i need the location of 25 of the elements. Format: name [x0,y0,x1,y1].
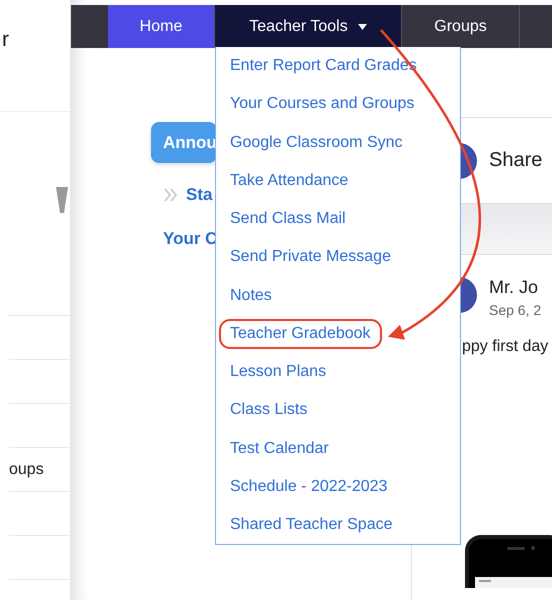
post-author[interactable]: Mr. Jo [489,277,542,298]
menu-item[interactable]: Send Class Mail [219,204,357,234]
menu-item[interactable]: Teacher Gradebook [219,318,382,349]
nav-tab[interactable]: Teacher Tools [215,5,402,48]
announcements-button[interactable]: Annou [151,122,217,163]
post-date: Sep 6, 2 [489,302,542,318]
nav-tab[interactable]: Home [108,5,215,48]
menu-item[interactable]: Your Courses and Groups [219,89,426,120]
chevron-icon [164,188,178,202]
side-link[interactable]: Sta [186,185,212,205]
slash-icon [54,187,68,213]
window-text: r [2,28,9,51]
menu-item[interactable]: Shared Teacher Space [219,510,404,540]
list-item[interactable]: oups [9,460,44,478]
menu-item[interactable]: Schedule - 2022-2023 [219,472,398,502]
menu-item[interactable]: Test Calendar [219,434,340,464]
menu-item[interactable]: Google Classroom Sync [219,128,414,158]
menu-item[interactable]: Notes [219,280,283,311]
share-prompt: Share [489,149,542,172]
menu-item[interactable]: Lesson Plans [219,357,338,388]
menu-item[interactable]: Send Private Message [219,242,402,272]
post-text: ppy first day [462,338,550,356]
caret-icon [358,24,367,30]
menu-item[interactable]: Take Attendance [219,166,360,196]
menu-item[interactable]: Class Lists [219,395,318,426]
